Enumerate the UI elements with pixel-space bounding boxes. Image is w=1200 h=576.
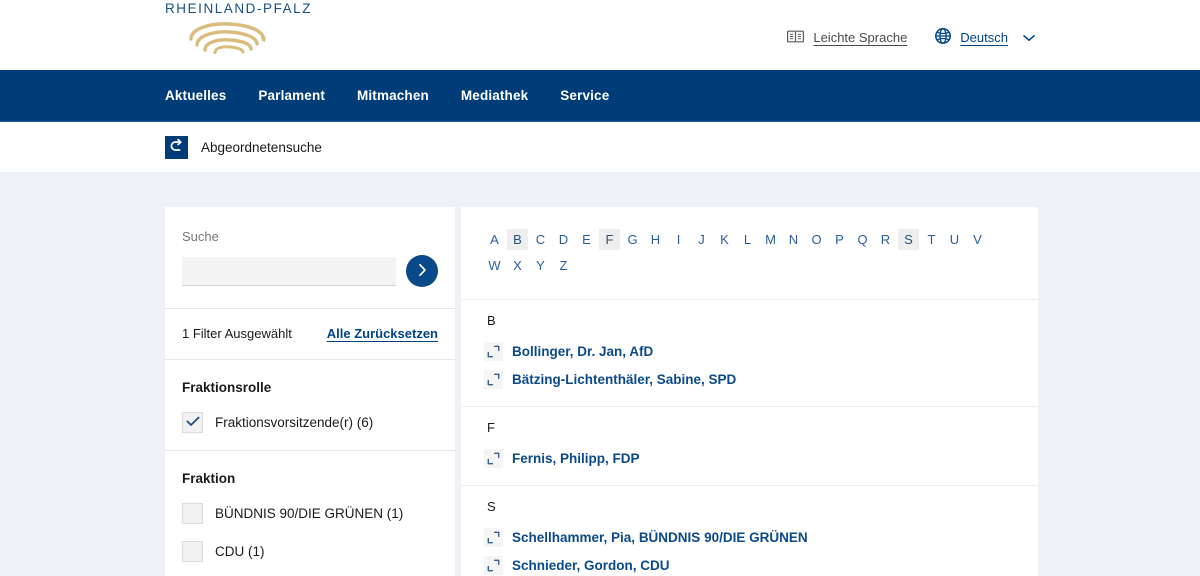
- alpha-letter-k[interactable]: K: [714, 229, 735, 250]
- list-item[interactable]: Fernis, Philipp, FDP: [484, 444, 1015, 472]
- alpha-letter-m[interactable]: M: [760, 229, 781, 250]
- nav-item-mitmachen[interactable]: Mitmachen: [357, 88, 429, 103]
- breadcrumb-label: Abgeordnetensuche: [201, 139, 322, 155]
- checkbox-label-cdu: CDU (1): [215, 544, 265, 559]
- easy-language-link[interactable]: Leichte Sprache: [787, 30, 907, 46]
- result-name: Schnieder, Gordon, CDU: [512, 557, 670, 573]
- group-letter-f: F: [487, 420, 495, 435]
- result-name: Bollinger, Dr. Jan, AfD: [512, 343, 654, 359]
- alpha-letter-d[interactable]: D: [553, 229, 574, 250]
- easy-language-label: Leichte Sprache: [813, 30, 908, 45]
- site-header: RHEINLAND-PFALZ Leichte Sprache Deutsch: [0, 0, 1200, 70]
- search-row: [182, 255, 438, 287]
- alpha-letter-z[interactable]: Z: [553, 255, 574, 276]
- checkbox-label-gruene: BÜNDNIS 90/DIE GRÜNEN (1): [215, 506, 404, 521]
- breadcrumb: Abgeordnetensuche: [0, 122, 1200, 172]
- facet-title-fraktionsrolle: Fraktionsrolle: [182, 380, 272, 395]
- nav-item-parlament[interactable]: Parlament: [258, 88, 325, 103]
- search-label: Suche: [182, 229, 219, 244]
- list-item[interactable]: Schellhammer, Pia, BÜNDNIS 90/DIE GRÜNEN: [484, 523, 1015, 551]
- alpha-letter-r[interactable]: R: [875, 229, 896, 250]
- alpha-letter-u[interactable]: U: [944, 229, 965, 250]
- logo-wordmark: RHEINLAND-PFALZ: [165, 1, 313, 16]
- alpha-letter-y[interactable]: Y: [530, 255, 551, 276]
- checkbox-row-fraktionsvorsitzende[interactable]: Fraktionsvorsitzende(r) (6): [182, 412, 438, 433]
- group-letter-s: S: [487, 499, 496, 514]
- site-logo[interactable]: RHEINLAND-PFALZ: [165, 1, 312, 59]
- checkmark-icon: [185, 414, 200, 432]
- list-item[interactable]: Bollinger, Dr. Jan, AfD: [484, 337, 1015, 365]
- expand-icon: [484, 369, 503, 389]
- expand-icon: [484, 448, 503, 468]
- selected-filter-count: 1 Filter Ausgewählt: [182, 326, 292, 341]
- result-name: Schellhammer, Pia, BÜNDNIS 90/DIE GRÜNEN: [512, 529, 808, 545]
- checkbox-label-fraktionsvorsitzende: Fraktionsvorsitzende(r) (6): [215, 415, 374, 430]
- reset-filters-link[interactable]: Alle Zurücksetzen: [327, 326, 438, 341]
- result-group-s: S Schellhammer, Pia, BÜNDNIS 90/DIE GRÜN…: [461, 486, 1038, 576]
- alpha-letter-i[interactable]: I: [668, 229, 689, 250]
- result-group-f: F Fernis, Philipp, FDP: [461, 407, 1038, 485]
- rhineland-palatinate-swirl-emblem-icon: [183, 20, 312, 59]
- result-name: Bätzing-Lichtenthäler, Sabine, SPD: [512, 371, 737, 387]
- chevron-right-icon: [418, 263, 427, 280]
- alpha-letter-p[interactable]: P: [829, 229, 850, 250]
- alpha-letter-q[interactable]: Q: [852, 229, 873, 250]
- language-label: Deutsch: [960, 30, 1008, 45]
- expand-icon: [484, 341, 503, 361]
- main-navigation: Aktuelles Parlament Mitmachen Mediathek …: [0, 70, 1200, 122]
- alpha-letter-h[interactable]: H: [645, 229, 666, 250]
- filter-status-row: 1 Filter Ausgewählt Alle Zurücksetzen: [165, 309, 455, 359]
- facet-fraktionsrolle: Fraktionsrolle Fraktionsvorsitzende(r) (…: [165, 360, 455, 450]
- checkbox-unchecked-cdu[interactable]: [182, 541, 203, 562]
- filter-sidebar: Suche 1 Filter Ausgewählt Alle Zurückset…: [165, 207, 455, 576]
- nav-item-service[interactable]: Service: [560, 88, 609, 103]
- alpha-letter-j[interactable]: J: [691, 229, 712, 250]
- back-arrow-icon: [169, 138, 184, 157]
- alpha-letter-g[interactable]: G: [622, 229, 643, 250]
- result-name: Fernis, Philipp, FDP: [512, 450, 640, 466]
- nav-item-aktuelles[interactable]: Aktuelles: [165, 88, 226, 103]
- expand-icon: [484, 555, 503, 575]
- header-utility-links: Leichte Sprache Deutsch: [787, 28, 1035, 47]
- alphabet-index: A B C D E F G H I J K L M N O P Q R S T …: [461, 207, 1021, 299]
- alpha-letter-l[interactable]: L: [737, 229, 758, 250]
- alpha-letter-o[interactable]: O: [806, 229, 827, 250]
- list-item[interactable]: Bätzing-Lichtenthäler, Sabine, SPD: [484, 365, 1015, 393]
- back-button[interactable]: [165, 135, 188, 159]
- alpha-letter-n[interactable]: N: [783, 229, 804, 250]
- search-submit-button[interactable]: [406, 255, 438, 287]
- group-letter-b: B: [487, 313, 496, 328]
- search-section: Suche: [165, 207, 455, 308]
- alpha-letter-s[interactable]: S: [898, 229, 919, 250]
- alpha-letter-e[interactable]: E: [576, 229, 597, 250]
- alpha-letter-a[interactable]: A: [484, 229, 505, 250]
- alpha-letter-v[interactable]: V: [967, 229, 988, 250]
- alpha-letter-c[interactable]: C: [530, 229, 551, 250]
- search-input[interactable]: [182, 256, 396, 286]
- chevron-down-icon: [1023, 30, 1035, 45]
- globe-icon: [935, 28, 952, 47]
- alpha-letter-x[interactable]: X: [507, 255, 528, 276]
- checkbox-unchecked-gruene[interactable]: [182, 503, 203, 524]
- nav-item-mediathek[interactable]: Mediathek: [461, 88, 528, 103]
- alpha-letter-b[interactable]: B: [507, 229, 528, 250]
- checkbox-checked-fraktionsvorsitzende[interactable]: [182, 412, 203, 433]
- result-group-b: B Bollinger, Dr. Jan, AfD Bätzing-Lichte…: [461, 300, 1038, 406]
- book-icon: [787, 30, 805, 46]
- facet-fraktion: Fraktion BÜNDNIS 90/DIE GRÜNEN (1) CDU (…: [165, 451, 455, 576]
- list-item[interactable]: Schnieder, Gordon, CDU: [484, 551, 1015, 576]
- facet-title-fraktion: Fraktion: [182, 471, 236, 486]
- page-body: Suche 1 Filter Ausgewählt Alle Zurückset…: [0, 172, 1200, 576]
- checkbox-row-cdu[interactable]: CDU (1): [182, 541, 438, 562]
- alpha-letter-f[interactable]: F: [599, 229, 620, 250]
- alpha-letter-t[interactable]: T: [921, 229, 942, 250]
- expand-icon: [484, 527, 503, 547]
- alpha-letter-w[interactable]: W: [484, 255, 505, 276]
- results-panel: A B C D E F G H I J K L M N O P Q R S T …: [461, 207, 1038, 576]
- language-selector[interactable]: Deutsch: [935, 28, 1035, 47]
- checkbox-row-gruene[interactable]: BÜNDNIS 90/DIE GRÜNEN (1): [182, 503, 438, 524]
